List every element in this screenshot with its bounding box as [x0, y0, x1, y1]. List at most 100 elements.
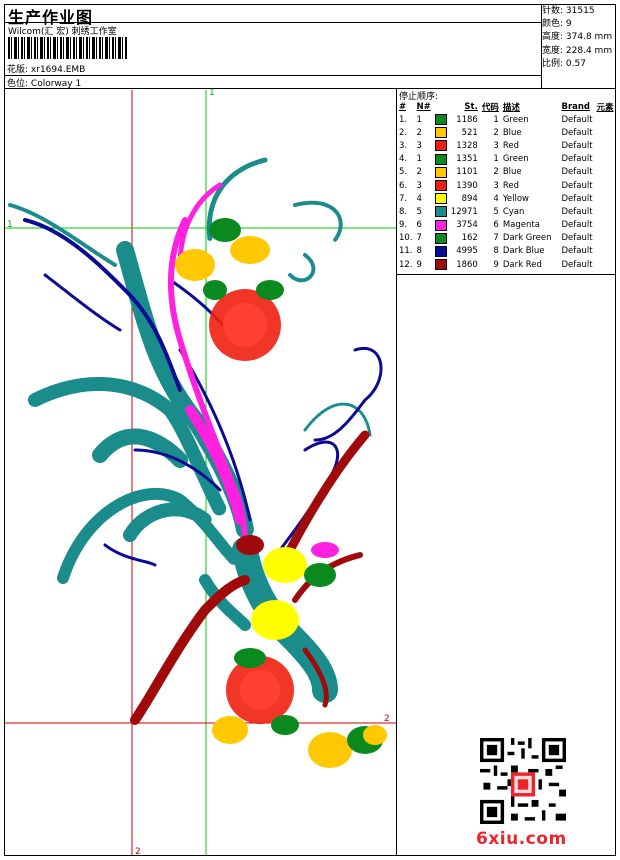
qr-code-icon [480, 738, 566, 824]
stat-value: 31515 [565, 6, 595, 16]
row-element [595, 153, 616, 166]
row-index: 3. [399, 140, 408, 151]
color-swatch-icon [434, 219, 447, 231]
row-needle: 5 [416, 206, 422, 217]
flower-cluster-top [175, 218, 284, 361]
stat-value: 228.4 mm [565, 45, 613, 56]
flower-cluster-bottom [212, 648, 387, 768]
row-code: 3 [493, 180, 499, 191]
row-element [595, 179, 616, 192]
row-stitches: 1390 [456, 180, 478, 191]
table-row: 3. 3 1328 3 Red Default [397, 139, 616, 152]
row-brand: Default [561, 206, 593, 217]
table-row: 5. 2 1101 2 Blue Default [397, 166, 616, 179]
phoenix-illustration [8, 157, 383, 725]
row-brand: Default [561, 259, 593, 270]
meta-divider [4, 75, 542, 76]
row-element [595, 113, 616, 126]
stop-sequence-rows: 1. 1 1186 1 Green Default 2. 2 521 2 Blue Default 3.… [397, 113, 616, 271]
row-element [595, 166, 616, 179]
table-row: 9. 6 3754 6 Magenta Default [397, 219, 616, 232]
row-stitches: 1328 [456, 140, 478, 151]
row-code: 1 [493, 154, 499, 165]
row-brand: Default [561, 246, 593, 257]
row-brand: Default [561, 193, 593, 204]
row-code: 6 [493, 220, 499, 231]
design-file: xr1694.EMB [30, 65, 86, 75]
row-stitches: 1186 [456, 114, 478, 125]
row-brand: Default [561, 180, 593, 191]
row-index: 4. [399, 154, 408, 165]
tail-plume [293, 200, 343, 242]
row-stitches: 4995 [456, 246, 478, 257]
col-header: Brand [561, 102, 591, 112]
row-brand: Default [561, 114, 593, 125]
tail-plume [57, 487, 241, 584]
row-color-swatch [433, 166, 449, 179]
colorway-value: Colorway 1 [30, 79, 82, 89]
header-divider [4, 88, 616, 89]
row-index: 7. [399, 193, 408, 204]
row-stitches: 3754 [456, 220, 478, 231]
row-stitches: 1860 [456, 259, 478, 270]
row-color-swatch [433, 192, 449, 205]
stat-width: 宽度: 228.4 mm [542, 45, 614, 58]
row-description: Green [502, 154, 529, 165]
row-color-swatch [433, 205, 449, 218]
col-header [433, 101, 449, 113]
col-header: St. [464, 102, 478, 112]
row-index: 11. [399, 246, 413, 257]
color-swatch-icon [434, 166, 447, 178]
row-brand: Default [561, 167, 593, 178]
row-stitches: 162 [461, 233, 478, 244]
design-file-row: 花版: xr1694.EMB [7, 62, 85, 75]
row-brand: Default [561, 154, 593, 165]
row-stitches: 894 [461, 193, 478, 204]
stops-divider [396, 274, 616, 275]
row-index: 10. [399, 233, 413, 244]
row-needle: 3 [416, 180, 422, 191]
row-brand: Default [561, 233, 593, 244]
row-color-swatch [433, 258, 449, 271]
row-brand: Default [561, 220, 593, 231]
colorway-row: 色位: Colorway 1 [7, 76, 81, 89]
row-color-swatch [433, 139, 449, 152]
guide-label-bottom: 2 [135, 847, 141, 857]
table-row: 11. 8 4995 8 Dark Blue Default [397, 245, 616, 258]
row-index: 9. [399, 220, 408, 231]
dark-red-plume [280, 430, 370, 565]
row-needle: 7 [416, 233, 422, 244]
table-row: 4. 1 1351 1 Green Default [397, 153, 616, 166]
row-stitches: 521 [461, 127, 478, 138]
stat-label: 针数: [542, 6, 564, 16]
row-element [595, 219, 616, 232]
col-header: 元素 [596, 103, 614, 113]
row-description: Dark Blue [502, 246, 545, 257]
feather-curl [43, 273, 122, 332]
guide-label-left: 1 [7, 220, 13, 230]
row-description: Blue [502, 127, 522, 138]
row-color-swatch [433, 232, 449, 245]
row-color-swatch [433, 179, 449, 192]
row-needle: 9 [416, 259, 422, 270]
row-element [595, 245, 616, 258]
row-code: 8 [493, 246, 499, 257]
company-name: Wilcom(汇 宏) 刺绣工作室 [8, 27, 117, 37]
row-description: Cyan [502, 206, 525, 217]
row-description: Red [502, 180, 519, 191]
row-code: 3 [493, 140, 499, 151]
row-index: 12. [399, 259, 413, 270]
row-code: 7 [493, 233, 499, 244]
row-needle: 1 [416, 154, 422, 165]
row-code: 1 [493, 114, 499, 125]
row-index: 6. [399, 180, 408, 191]
row-code: 9 [493, 259, 499, 270]
row-element [595, 258, 616, 271]
stat-label: 高度: [542, 32, 564, 43]
color-swatch-icon [434, 259, 447, 271]
color-swatch-icon [434, 180, 447, 192]
row-needle: 6 [416, 220, 422, 231]
stat-height: 高度: 374.8 mm [542, 31, 614, 44]
row-color-swatch [433, 113, 449, 126]
table-row: 1. 1 1186 1 Green Default [397, 113, 616, 126]
